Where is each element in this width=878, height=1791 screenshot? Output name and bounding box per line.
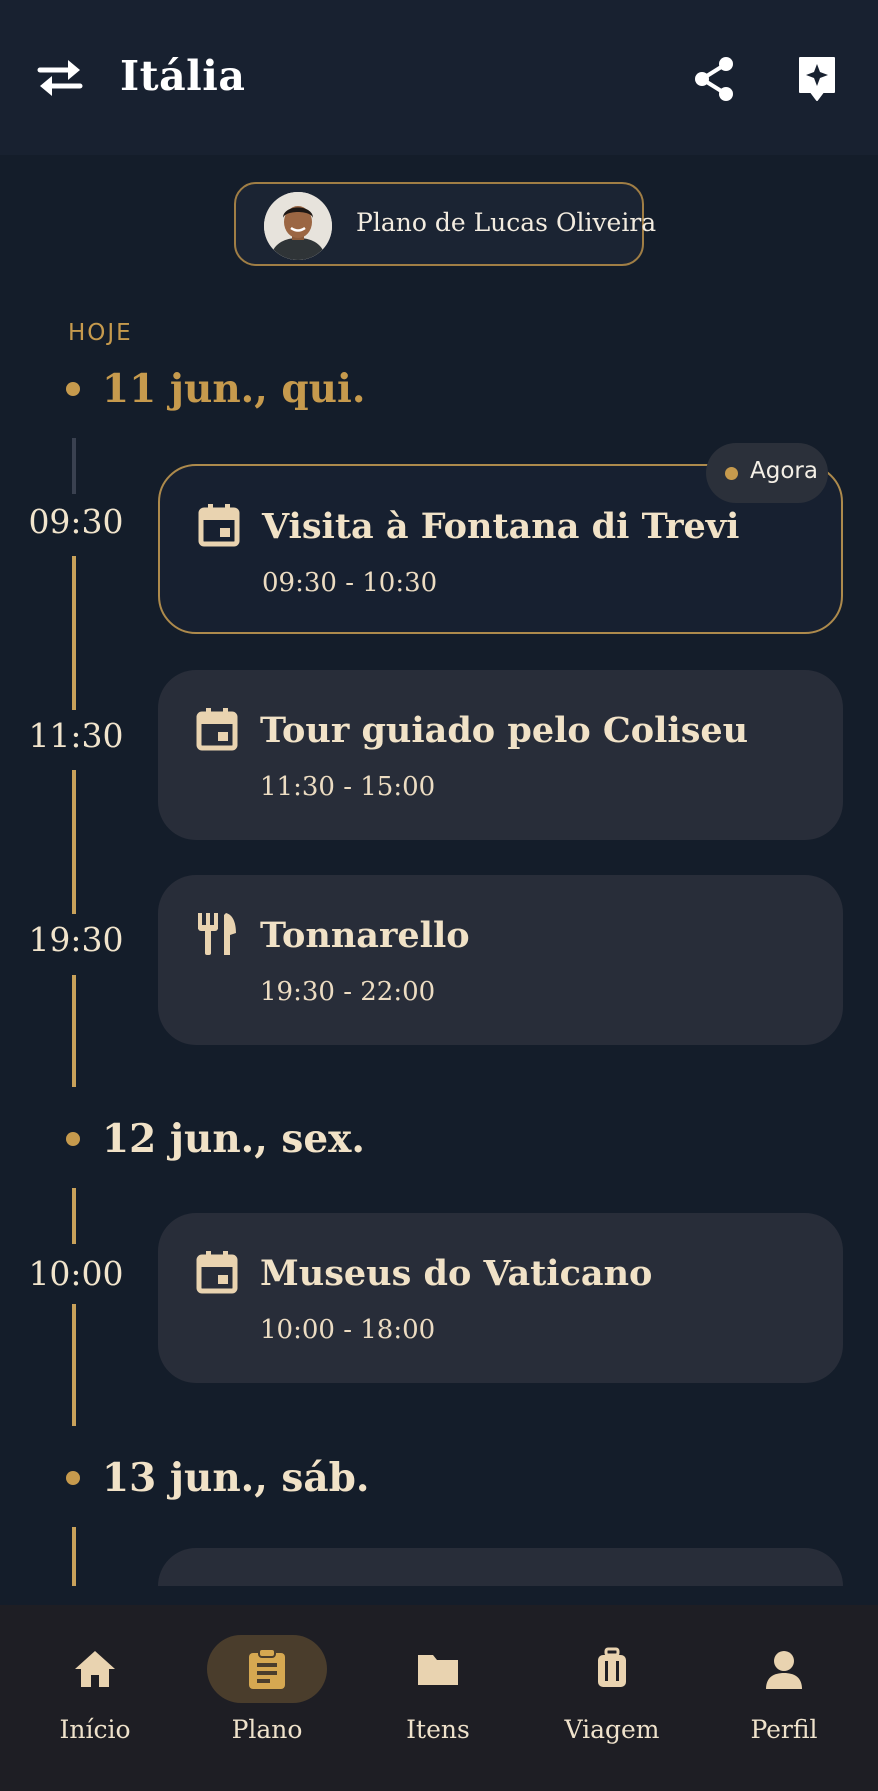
swap-arrows-icon[interactable] (34, 56, 86, 100)
calendar-icon (198, 502, 240, 548)
scroll-edge (0, 1586, 878, 1606)
event-title: Tonnarello (260, 915, 470, 956)
event-card[interactable]: Tonnarello 19:30 - 22:00 (158, 875, 843, 1045)
calendar-icon (196, 706, 238, 752)
nav-item-items[interactable]: Itens (358, 1605, 518, 1791)
timeline-line (72, 1527, 76, 1589)
sparkle-bookmark-icon[interactable] (796, 54, 838, 104)
share-icon[interactable] (692, 56, 738, 102)
event-title: Tour guiado pelo Coliseu (260, 710, 749, 751)
event-time: 11:30 (28, 716, 124, 755)
timeline-line (72, 975, 76, 1087)
day-dot (66, 382, 80, 396)
nav-item-trip[interactable]: Viagem (532, 1605, 692, 1791)
restaurant-icon (196, 911, 238, 957)
event-card[interactable]: Museus do Vaticano 10:00 - 18:00 (158, 1213, 843, 1383)
timeline-line (72, 438, 76, 494)
timeline-line (72, 1188, 76, 1244)
timeline-line (72, 1304, 76, 1426)
app-bar: Itália (0, 0, 878, 155)
calendar-icon (196, 1249, 238, 1295)
folder-icon (416, 1647, 460, 1691)
nav-label: Itens (406, 1715, 470, 1744)
nav-item-home[interactable]: Início (15, 1605, 175, 1791)
event-time-range: 10:00 - 18:00 (260, 1315, 436, 1345)
day-label: 13 jun., sáb. (102, 1455, 370, 1501)
now-dot (725, 467, 738, 480)
home-icon (73, 1647, 117, 1691)
event-time: 10:00 (28, 1254, 124, 1293)
event-time-range: 19:30 - 22:00 (260, 977, 436, 1007)
day-dot (66, 1132, 80, 1146)
clipboard-icon (245, 1647, 289, 1691)
nav-item-plan[interactable]: Plano (187, 1605, 347, 1791)
nav-label: Perfil (750, 1715, 818, 1744)
bottom-nav: Início Plano Itens Viagem Perfil (0, 1605, 878, 1791)
event-time-range: 11:30 - 15:00 (260, 772, 436, 802)
now-badge-label: Agora (750, 458, 818, 484)
plan-owner-chip[interactable]: Plano de Lucas Oliveira (234, 182, 656, 266)
event-title: Visita à Fontana di Trevi (262, 506, 740, 547)
day-dot (66, 1471, 80, 1485)
avatar (264, 192, 332, 260)
nav-item-profile[interactable]: Perfil (704, 1605, 864, 1791)
person-icon (762, 1647, 806, 1691)
luggage-icon (590, 1647, 634, 1691)
nav-label: Plano (231, 1715, 303, 1744)
timeline-line (72, 770, 76, 914)
day-label: 11 jun., qui. (102, 366, 366, 412)
today-label: HOJE (68, 320, 133, 346)
plan-owner-label: Plano de Lucas Oliveira (356, 208, 657, 237)
nav-label: Viagem (564, 1715, 660, 1744)
nav-label: Início (59, 1715, 131, 1744)
timeline-line (72, 556, 76, 710)
event-time: 09:30 (28, 502, 124, 541)
event-card[interactable]: Tour guiado pelo Coliseu 11:30 - 15:00 (158, 670, 843, 840)
event-title: Museus do Vaticano (260, 1253, 653, 1294)
event-time-range: 09:30 - 10:30 (262, 568, 438, 598)
day-label: 12 jun., sex. (102, 1116, 366, 1162)
now-badge: Agora (706, 443, 828, 503)
page-title: Itália (120, 52, 246, 100)
event-time: 19:30 (28, 920, 124, 959)
